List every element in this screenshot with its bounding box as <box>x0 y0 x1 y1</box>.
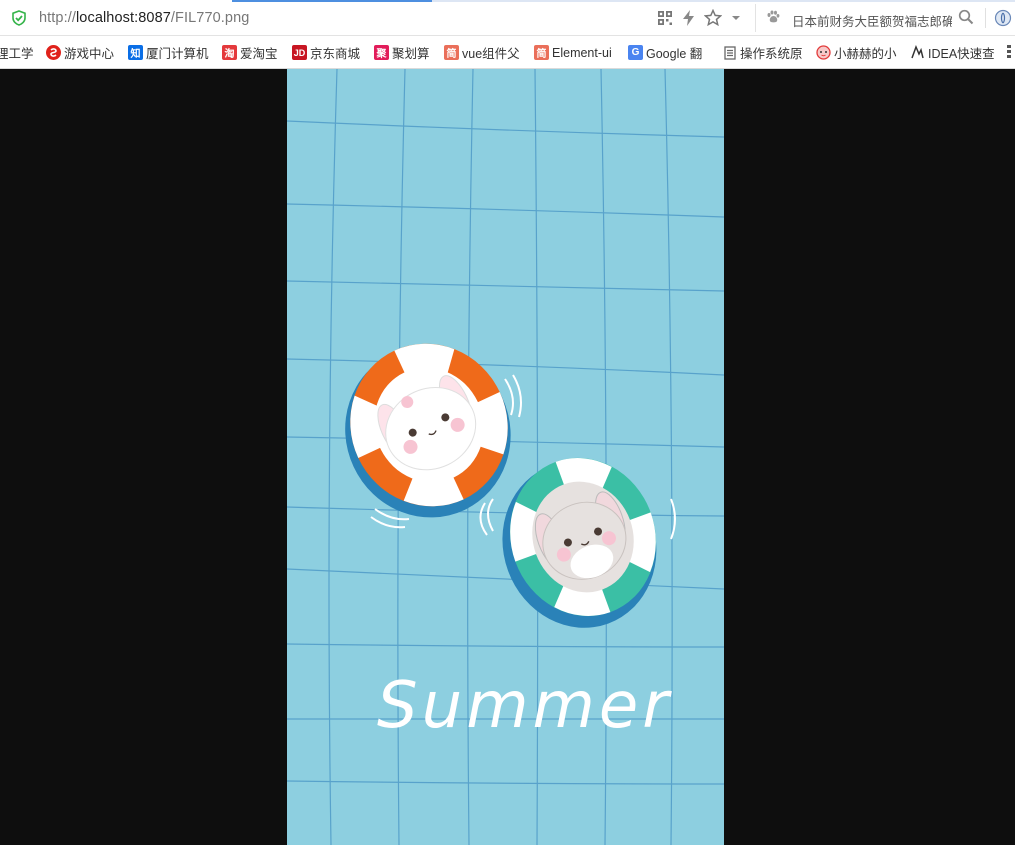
bookmark-item[interactable]: IDEA快速查 <box>910 44 995 61</box>
jianshu-icon: 简 <box>534 45 549 60</box>
image-viewer: Summer <box>0 69 1015 845</box>
bookmark-item[interactable]: 小赫赫的小 <box>816 44 897 61</box>
shield-check-icon[interactable] <box>11 10 27 26</box>
page-load-progress <box>0 0 1015 2</box>
bookmark-item[interactable]: 淘 爱淘宝 <box>222 44 278 61</box>
teal-float-bunny <box>502 457 657 628</box>
url-field[interactable]: http://localhost:8087/FIL770.png <box>39 10 249 26</box>
address-bar: http://localhost:8087/FIL770.png 日本前财务大臣… <box>0 0 1015 36</box>
jd-icon: JD <box>292 45 307 60</box>
bookmark-item[interactable]: JD 京东商城 <box>292 44 360 61</box>
bookmark-item[interactable]: 操作系统原 <box>722 44 803 61</box>
bookmark-label: vue组件父 <box>462 47 520 61</box>
summer-wallpaper-image[interactable]: Summer <box>287 69 724 845</box>
lightning-icon[interactable] <box>680 9 698 27</box>
url-scheme: http:// <box>39 10 76 26</box>
bookmark-label: Google 翻 <box>646 47 703 61</box>
orange-float-bunny <box>345 343 511 518</box>
bookmark-label: 聚划算 <box>392 47 430 61</box>
search-input[interactable]: 日本前财务大臣额贺福志郎确 <box>792 11 952 30</box>
bookmark-label: 爱淘宝 <box>240 47 278 61</box>
star-icon[interactable] <box>703 8 723 27</box>
bookmark-label: 厦门计算机 <box>146 47 209 61</box>
url-host: localhost:8087 <box>75 10 171 26</box>
document-icon <box>722 45 737 60</box>
google-translate-icon: G <box>628 45 643 60</box>
search-box[interactable]: 日本前财务大臣额贺福志郎确 <box>755 4 983 32</box>
bookmarks-bar: 理工学 游戏中心 知 厦门计算机 淘 爱淘宝 JD 京东商城 聚 聚划算 简 v… <box>0 36 1015 69</box>
bookmark-item[interactable]: 聚 聚划算 <box>374 44 430 61</box>
bookmark-item[interactable]: G Google 翻 <box>628 44 702 61</box>
bookmark-label: 理工学 <box>0 47 34 61</box>
more-bookmarks-icon[interactable] <box>1007 44 1013 60</box>
bookmark-label: 操作系统原 <box>740 47 803 61</box>
bookmark-item[interactable]: 简 vue组件父 <box>444 44 520 61</box>
qr-code-icon[interactable] <box>656 9 674 27</box>
url-path: /FIL770.png <box>170 10 250 26</box>
bookmark-label: 京东商城 <box>310 47 361 61</box>
bookmark-label: 游戏中心 <box>64 47 115 61</box>
taobao-icon: 淘 <box>222 45 237 60</box>
idea-icon <box>910 45 925 60</box>
bookmark-item[interactable]: 简 Element-ui <box>534 44 612 61</box>
bookmark-item[interactable]: 游戏中心 <box>46 44 114 61</box>
game-center-icon <box>46 45 61 60</box>
summer-caption: Summer <box>377 669 673 743</box>
bookmark-label: Element-ui <box>552 45 612 60</box>
zhihu-icon: 知 <box>128 45 143 60</box>
search-icon[interactable] <box>958 9 974 28</box>
bookmark-item[interactable]: 知 厦门计算机 <box>128 44 209 61</box>
bookmark-label: IDEA快速查 <box>928 47 995 61</box>
jianshu-icon: 简 <box>444 45 459 60</box>
bookmark-item[interactable]: 理工学 <box>0 44 34 61</box>
juhuasuan-icon: 聚 <box>374 45 389 60</box>
paw-icon[interactable] <box>765 9 781 28</box>
bilibili-face-icon <box>816 45 831 60</box>
chevron-down-icon[interactable] <box>730 9 742 27</box>
globe-icon[interactable] <box>994 9 1012 30</box>
bookmark-label: 小赫赫的小 <box>834 47 897 61</box>
